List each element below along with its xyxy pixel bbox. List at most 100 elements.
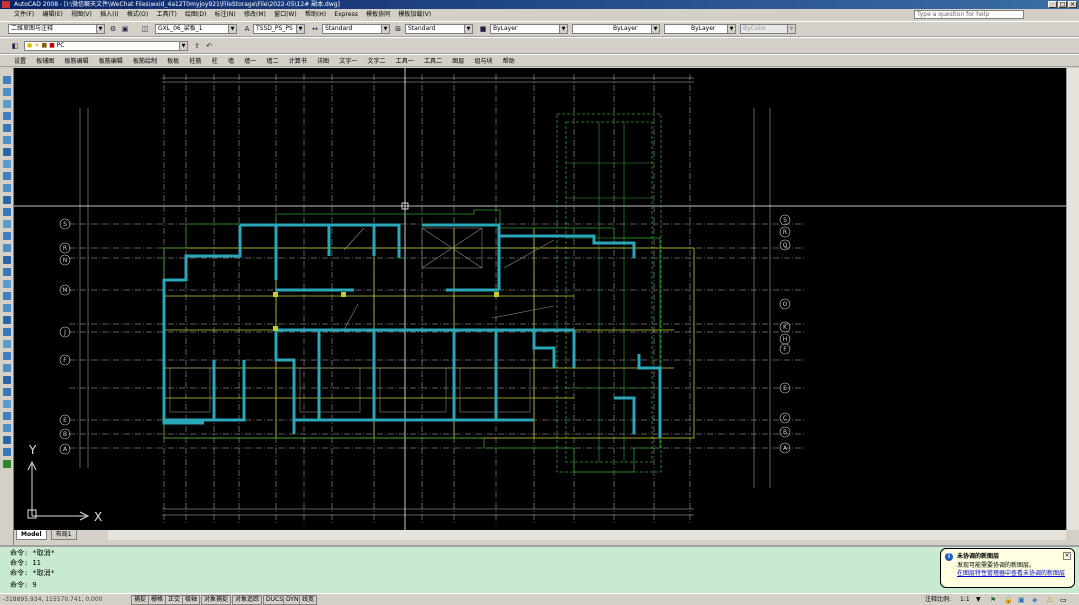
comm-center-icon[interactable]: ◈ xyxy=(1032,596,1037,604)
tz-item[interactable]: 墙一 xyxy=(240,55,260,68)
tool-detail-icon[interactable] xyxy=(3,280,11,288)
tool-table-icon[interactable] xyxy=(3,208,11,216)
tz-item[interactable]: 工具二 xyxy=(420,55,446,68)
tool-stair-icon[interactable] xyxy=(3,244,11,252)
dim-style-combo[interactable]: Standard ▼ xyxy=(322,24,390,34)
tool-magnet-icon[interactable] xyxy=(3,304,11,312)
tz-item[interactable]: 墙 xyxy=(224,55,238,68)
table-style-combo[interactable]: Standard ▼ xyxy=(405,24,473,34)
menu-dimension[interactable]: 标注(N) xyxy=(212,9,239,21)
command-window[interactable]: 命令: *取消* 命令: 11 命令: *取消* 命令: 9 xyxy=(0,545,1079,593)
clean-screen-icon[interactable]: ▭ xyxy=(1060,596,1067,604)
tool-opening-icon[interactable] xyxy=(3,256,11,264)
layer-warning-icon[interactable]: ⚠ xyxy=(1046,595,1053,604)
gear-icon[interactable]: ⚙ xyxy=(108,24,118,34)
maximize-button[interactable]: □ xyxy=(1058,1,1067,8)
tz-item[interactable]: 计算书 xyxy=(285,55,311,68)
menu-template-load[interactable]: 模板加载(V) xyxy=(395,9,434,21)
tool-person-icon[interactable] xyxy=(3,460,11,468)
polar-toggle[interactable]: 极轴 xyxy=(182,595,201,605)
tz-item[interactable]: 工具一 xyxy=(392,55,418,68)
minimize-button[interactable]: _ xyxy=(1048,1,1057,8)
tz-item[interactable]: 板筋编辑 xyxy=(95,55,127,68)
text-style-combo[interactable]: TSSD_PS_PS ▼ xyxy=(253,24,305,34)
tool-rotate-icon[interactable] xyxy=(3,352,11,360)
otrack-toggle[interactable]: 对象追踪 xyxy=(232,595,263,605)
tool-text-icon[interactable] xyxy=(3,172,11,180)
tab-model[interactable]: Model xyxy=(16,530,47,540)
tool-slab-icon[interactable] xyxy=(3,136,11,144)
menu-insert[interactable]: 插入(I) xyxy=(97,9,121,21)
menu-express[interactable]: Express xyxy=(331,9,360,21)
menu-format[interactable]: 格式(O) xyxy=(124,9,151,21)
tz-item[interactable]: 柱筋 xyxy=(186,55,206,68)
color-combo[interactable]: ByLayer ▼ xyxy=(490,24,568,34)
tool-extend-icon[interactable] xyxy=(3,400,11,408)
tool-offset-icon[interactable] xyxy=(3,376,11,384)
menu-window[interactable]: 窗口(W) xyxy=(271,9,300,21)
grid-toggle[interactable]: 栅格 xyxy=(148,595,167,605)
layer-previous-icon[interactable]: ↶ xyxy=(204,41,214,51)
lineweight-combo[interactable]: ByLayer ▼ xyxy=(664,24,736,34)
lock-icon[interactable]: 🔒 xyxy=(1004,596,1013,604)
tz-item[interactable]: 组与块 xyxy=(471,55,497,68)
chevron-down-icon[interactable]: ▼ xyxy=(976,596,981,603)
workspace-combo[interactable]: 二维草图与注释 ▼ xyxy=(8,24,105,34)
tool-axis-icon[interactable] xyxy=(3,220,11,228)
tool-scale-icon[interactable] xyxy=(3,424,11,432)
close-button[interactable]: × xyxy=(1068,1,1077,8)
tool-arrow-icon[interactable] xyxy=(3,76,11,84)
tz-item[interactable]: 板筋绘制 xyxy=(129,55,161,68)
make-current-layer-icon[interactable]: ⇪ xyxy=(192,41,202,51)
lineweight-toggle[interactable]: 线宽 xyxy=(299,595,318,605)
tz-item[interactable]: 柱 xyxy=(208,55,222,68)
tz-item[interactable]: 板筋编辑 xyxy=(61,55,93,68)
annotation-visibility-icon[interactable]: ⚑ xyxy=(990,596,996,604)
color-control-icon[interactable]: ■ xyxy=(478,24,488,34)
menu-modify[interactable]: 修改(M) xyxy=(241,9,269,21)
tool-trim-icon[interactable] xyxy=(3,388,11,396)
tz-item[interactable]: 板板 xyxy=(163,55,183,68)
tool-mirror-icon[interactable] xyxy=(3,364,11,372)
annotation-scale-value[interactable]: 1:1 xyxy=(960,595,970,605)
menu-draw[interactable]: 绘图(D) xyxy=(182,9,209,21)
dim-style-icon[interactable]: ↔ xyxy=(310,24,320,34)
drawing-canvas[interactable]: S R N M J F E B A S R Q O K H F E C B A … xyxy=(14,68,1066,530)
balloon-link[interactable]: 在图层特性管理器中查看未协调的新图层 xyxy=(957,570,1070,578)
layer-manager-icon[interactable]: ◧ xyxy=(10,41,20,51)
tool-line-icon[interactable] xyxy=(3,88,11,96)
menu-tools[interactable]: 工具(T) xyxy=(153,9,179,21)
menu-view[interactable]: 视图(V) xyxy=(68,9,95,21)
tool-layer-icon[interactable] xyxy=(3,292,11,300)
close-icon[interactable]: × xyxy=(1063,552,1071,560)
tz-item-help[interactable]: 帮助 xyxy=(499,55,519,68)
tool-break-icon[interactable] xyxy=(3,448,11,456)
tz-item[interactable]: 文字二 xyxy=(364,55,390,68)
layer-mid-combo[interactable]: GXL_06_梁板_1 ▼ xyxy=(155,24,237,34)
command-input[interactable]: 命令: 9 xyxy=(10,581,37,590)
snap-toggle[interactable]: 捕捉 xyxy=(131,595,150,605)
help-search-input[interactable]: Type a question for help xyxy=(914,10,1024,19)
tz-item[interactable]: 板辅图 xyxy=(32,55,58,68)
text-style-icon[interactable]: A xyxy=(242,24,252,34)
tool-column-icon[interactable] xyxy=(3,112,11,120)
tz-item-settings[interactable]: 设置 xyxy=(0,55,30,68)
tool-stretch-icon[interactable] xyxy=(3,436,11,444)
tool-grid-icon[interactable] xyxy=(3,232,11,240)
tz-item[interactable]: 墙二 xyxy=(263,55,283,68)
menu-edit[interactable]: 编辑(E) xyxy=(39,9,65,21)
menu-template-sync[interactable]: 模板协同 xyxy=(363,9,393,21)
tool-beam-icon[interactable] xyxy=(3,124,11,132)
osnap-toggle[interactable]: 对象捕捉 xyxy=(201,595,232,605)
tool-hatch-icon[interactable] xyxy=(3,184,11,192)
layer-combo[interactable]: ● ☀ ■ ■ PC ▼ xyxy=(24,41,188,51)
menu-file[interactable]: 文件(F) xyxy=(0,9,37,21)
tool-move-icon[interactable] xyxy=(3,340,11,348)
tz-item[interactable]: 详图 xyxy=(313,55,333,68)
tz-item[interactable]: 文字一 xyxy=(335,55,361,68)
toolbar-lock-icon[interactable]: ▣ xyxy=(1018,596,1025,604)
tool-array-icon[interactable] xyxy=(3,412,11,420)
ortho-toggle[interactable]: 正交 xyxy=(165,595,184,605)
menu-help[interactable]: 帮助(H) xyxy=(302,9,329,21)
table-style-icon[interactable]: ⊞ xyxy=(393,24,403,34)
